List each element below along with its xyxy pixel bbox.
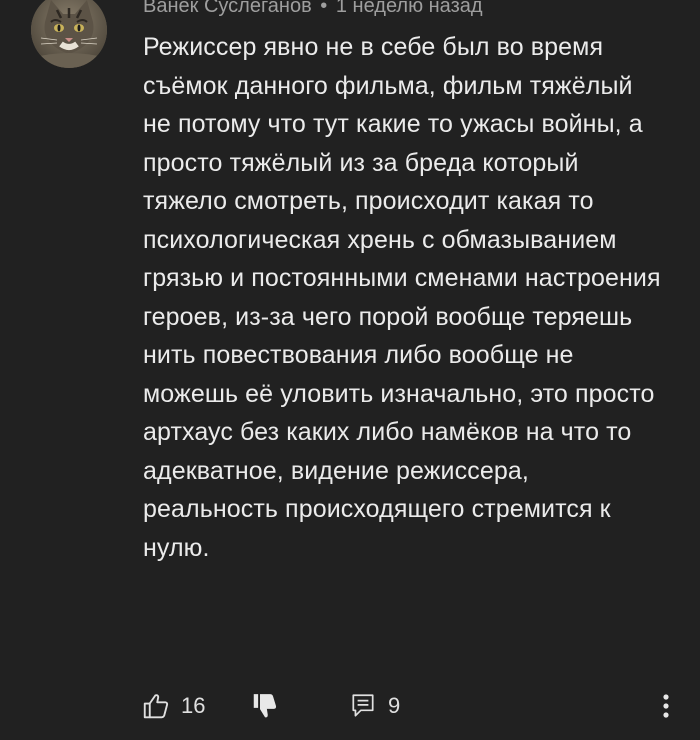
comment-actions: 16 9 [0, 686, 700, 726]
avatar[interactable] [31, 0, 107, 68]
reply-button[interactable]: 9 [350, 686, 400, 726]
separator: • [320, 0, 328, 17]
reply-count: 9 [388, 693, 401, 718]
dislike-button[interactable] [250, 686, 280, 726]
cat-avatar-image [31, 0, 107, 68]
more-vertical-icon [656, 691, 676, 721]
author-name[interactable]: Ванек Суслеганов [143, 0, 312, 17]
comment-text: Режиссер явно не в себе был во время съё… [143, 33, 661, 562]
reply-icon [350, 692, 376, 720]
comment-header: Ванек Суслеганов • 1 неделю назад [143, 0, 483, 18]
comment: Ванек Суслеганов • 1 неделю назад Режисс… [0, 0, 700, 740]
comment-time[interactable]: 1 неделю назад [336, 0, 483, 17]
like-button[interactable]: 16 [141, 686, 205, 726]
thumb-down-icon [250, 691, 280, 721]
like-count: 16 [181, 693, 206, 718]
thumb-up-icon [141, 691, 171, 721]
more-options-button[interactable] [656, 686, 676, 726]
